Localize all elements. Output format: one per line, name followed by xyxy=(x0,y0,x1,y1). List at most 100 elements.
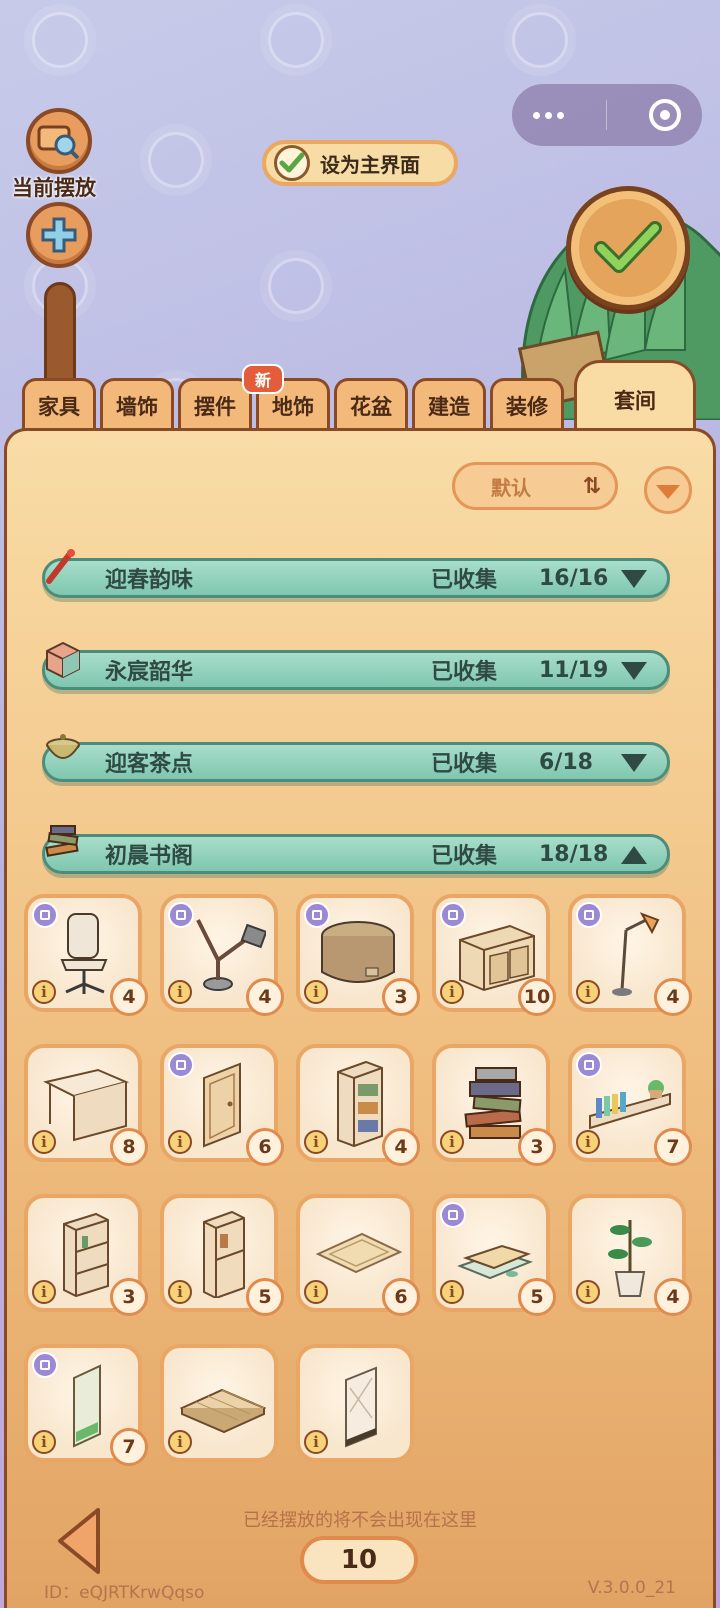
set-collected-label: 已收集 xyxy=(431,568,498,593)
set-name: 初晨书阁 xyxy=(105,844,194,869)
item-cube-shelf[interactable]: i 3 xyxy=(24,1194,148,1316)
user-id: ID：eQJRTKrwQqso xyxy=(44,1583,205,1603)
item-desk-lamp[interactable]: i 4 xyxy=(160,894,284,1016)
checkmark-icon xyxy=(594,221,662,273)
info-icon[interactable]: i xyxy=(32,1130,56,1154)
set-as-main-label: 设为主界面 xyxy=(320,152,420,177)
checkbox-checked-icon xyxy=(274,145,310,181)
set-collected-label: 已收集 xyxy=(431,844,498,869)
info-icon[interactable]: i xyxy=(304,1130,328,1154)
info-icon[interactable]: i xyxy=(576,980,600,1004)
sun-decoration xyxy=(268,12,324,68)
set-name: 迎客茶点 xyxy=(105,752,194,777)
item-tall-cabinet[interactable]: i 5 xyxy=(160,1194,284,1316)
item-sideboard-cabinet[interactable]: i 10 xyxy=(432,894,556,1016)
item-floor-rug[interactable]: i 6 xyxy=(296,1194,420,1316)
confirm-button[interactable] xyxy=(566,186,690,310)
info-icon[interactable]: i xyxy=(32,1280,56,1304)
item-book-stack[interactable]: i 3 xyxy=(432,1044,556,1166)
sort-label: 默认 xyxy=(491,475,531,500)
info-icon[interactable]: i xyxy=(168,980,192,1004)
item-floor-lamp[interactable]: i 4 xyxy=(568,894,692,1016)
info-icon[interactable]: i xyxy=(440,1130,464,1154)
sun-decoration xyxy=(32,12,88,68)
expand-arrow-icon xyxy=(621,570,647,588)
expand-arrow-icon xyxy=(621,754,647,772)
set-as-main-toggle[interactable]: 设为主界面 xyxy=(262,140,458,186)
page-number: 10 xyxy=(300,1536,418,1584)
item-bookcase[interactable]: i 4 xyxy=(296,1044,420,1166)
item-potted-plant[interactable]: i 4 xyxy=(568,1194,692,1316)
info-icon[interactable]: i xyxy=(576,1130,600,1154)
info-icon[interactable]: i xyxy=(168,1130,192,1154)
item-count: 4 xyxy=(654,978,692,1016)
plus-icon xyxy=(41,217,77,253)
tab-renovation[interactable]: 装修 xyxy=(490,378,564,430)
item-wooden-door[interactable]: i 6 xyxy=(160,1044,284,1166)
sun-decoration xyxy=(268,258,324,314)
tea-bowl-icon xyxy=(46,734,80,759)
info-icon[interactable]: i xyxy=(440,980,464,1004)
tab-wall-decor[interactable]: 墙饰 xyxy=(100,378,174,430)
more-options-icon[interactable] xyxy=(533,111,564,119)
item-count: 5 xyxy=(246,1278,284,1316)
side-slider-track[interactable] xyxy=(44,282,76,392)
firecracker-icon xyxy=(46,549,75,584)
filter-dropdown-button[interactable] xyxy=(644,466,692,514)
item-count: 3 xyxy=(518,1128,556,1166)
item-count: 4 xyxy=(110,978,148,1016)
item-glass-wall-panel[interactable]: i xyxy=(296,1344,414,1462)
sort-order-icon: ⇅ xyxy=(582,473,601,499)
item-count: 3 xyxy=(382,978,420,1016)
item-count: 6 xyxy=(382,1278,420,1316)
item-count: 6 xyxy=(246,1128,284,1166)
item-round-ottoman[interactable]: i 3 xyxy=(296,894,420,1016)
item-wood-floor-tile[interactable]: i xyxy=(160,1344,278,1462)
gift-cube-icon xyxy=(46,641,80,679)
item-count: 3 xyxy=(110,1278,148,1316)
current-placement-label: 当前摆放 xyxy=(12,176,96,200)
close-target-icon[interactable] xyxy=(649,99,681,131)
mini-program-capsule xyxy=(512,84,702,146)
set-collected-label: 已收集 xyxy=(431,660,498,685)
current-placement-button[interactable] xyxy=(26,108,92,174)
tab-ornaments[interactable]: 摆件 xyxy=(178,378,252,430)
info-icon[interactable]: i xyxy=(576,1280,600,1304)
books-icon xyxy=(45,825,79,857)
sun-decoration xyxy=(512,12,568,68)
info-icon[interactable]: i xyxy=(304,1430,328,1454)
capsule-divider xyxy=(606,100,607,130)
info-icon[interactable]: i xyxy=(32,980,56,1004)
sort-button[interactable]: 默认 ⇅ xyxy=(452,462,618,510)
back-arrow-icon[interactable] xyxy=(54,1506,104,1576)
item-count: 7 xyxy=(654,1128,692,1166)
info-icon[interactable]: i xyxy=(304,1280,328,1304)
add-button[interactable] xyxy=(26,202,92,268)
item-count: 10 xyxy=(518,978,556,1016)
set-name: 永宸韶华 xyxy=(105,660,194,685)
info-icon[interactable]: i xyxy=(168,1430,192,1454)
tab-flower-pots[interactable]: 花盆 xyxy=(334,378,408,430)
info-icon[interactable]: i xyxy=(168,1280,192,1304)
item-desk-pad[interactable]: i 5 xyxy=(432,1194,556,1316)
category-tabs: 家具 墙饰 摆件 地饰 花盆 建造 装修 套间 新 xyxy=(20,360,720,440)
tab-build[interactable]: 建造 xyxy=(412,378,486,430)
item-window-panel[interactable]: i 7 xyxy=(24,1344,148,1466)
set-count: 11/19 xyxy=(539,657,609,683)
info-icon[interactable]: i xyxy=(304,980,328,1004)
item-wall-bookshelf[interactable]: i 7 xyxy=(568,1044,692,1166)
item-count: 8 xyxy=(110,1128,148,1166)
tab-furniture[interactable]: 家具 xyxy=(22,378,96,430)
item-count: 7 xyxy=(110,1428,148,1466)
set-row[interactable]: 迎客茶点 已收集 6/18 xyxy=(42,734,670,782)
item-writing-desk[interactable]: i 8 xyxy=(24,1044,148,1166)
magnifier-box-icon xyxy=(37,125,80,160)
set-count: 6/18 xyxy=(539,749,593,775)
info-icon[interactable]: i xyxy=(440,1280,464,1304)
set-row[interactable]: 永宸韶华 已收集 11/19 xyxy=(42,641,670,690)
set-row[interactable]: 初晨书阁 已收集 18/18 xyxy=(42,825,670,874)
set-row[interactable]: 迎春韵味 已收集 16/16 xyxy=(42,549,670,598)
item-office-chair[interactable]: i 4 xyxy=(24,894,148,1016)
info-icon[interactable]: i xyxy=(32,1430,56,1454)
set-count: 16/16 xyxy=(539,565,609,591)
